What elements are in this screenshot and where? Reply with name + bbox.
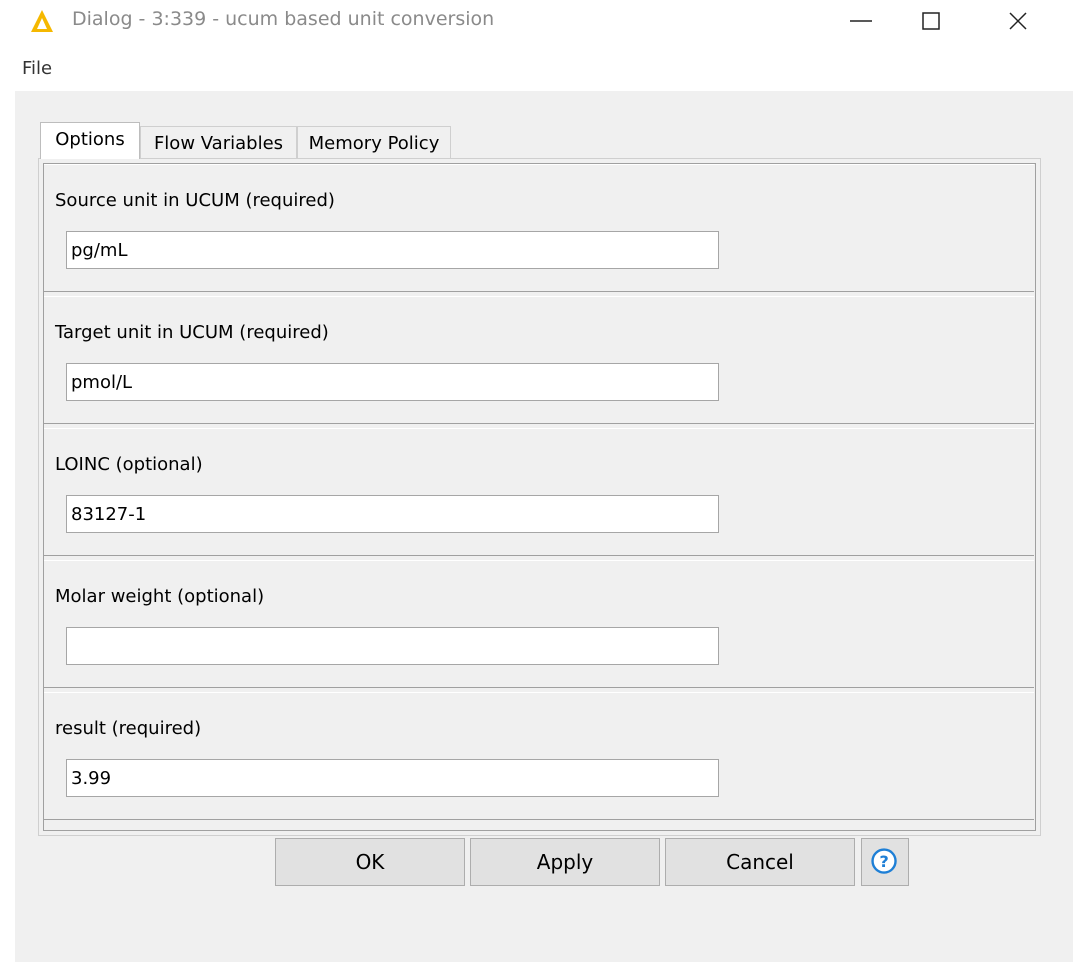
dialog-body: Options Flow Variables Memory Policy Sou…	[15, 91, 1073, 962]
ok-button[interactable]: OK	[275, 838, 465, 886]
source-unit-input[interactable]	[66, 231, 719, 269]
target-unit-input[interactable]	[66, 363, 719, 401]
result-group: result (required)	[44, 692, 1034, 820]
close-icon[interactable]	[1003, 6, 1033, 36]
tab-options[interactable]: Options	[40, 122, 140, 159]
target-unit-group: Target unit in UCUM (required)	[44, 296, 1034, 424]
menu-bar: File	[0, 56, 1073, 86]
options-panel: Source unit in UCUM (required) Target un…	[38, 158, 1041, 836]
loinc-label: LOINC (optional)	[55, 454, 203, 475]
knime-warning-triangle-icon	[31, 10, 53, 32]
help-question-icon: ?	[871, 848, 897, 874]
svg-text:?: ?	[879, 852, 888, 871]
menu-file[interactable]: File	[22, 58, 52, 79]
maximize-icon[interactable]	[916, 6, 946, 36]
loinc-input[interactable]	[66, 495, 719, 533]
result-label: result (required)	[55, 718, 202, 739]
target-unit-label: Target unit in UCUM (required)	[55, 322, 329, 343]
tab-flow-variables[interactable]: Flow Variables	[140, 126, 297, 159]
cancel-button[interactable]: Cancel	[665, 838, 855, 886]
source-unit-label: Source unit in UCUM (required)	[55, 190, 335, 211]
loinc-group: LOINC (optional)	[44, 428, 1034, 556]
title-bar: Dialog - 3:339 - ucum based unit convers…	[0, 0, 1073, 42]
apply-button[interactable]: Apply	[470, 838, 660, 886]
molar-weight-group: Molar weight (optional)	[44, 560, 1034, 688]
molar-weight-label: Molar weight (optional)	[55, 586, 265, 607]
window-title: Dialog - 3:339 - ucum based unit convers…	[72, 8, 495, 30]
molar-weight-input[interactable]	[66, 627, 719, 665]
options-panel-inner: Source unit in UCUM (required) Target un…	[43, 163, 1036, 831]
minimize-icon[interactable]	[846, 6, 876, 36]
tab-memory-policy[interactable]: Memory Policy	[297, 126, 451, 159]
help-button[interactable]: ?	[861, 838, 909, 886]
source-unit-group: Source unit in UCUM (required)	[44, 164, 1034, 292]
result-input[interactable]	[66, 759, 719, 797]
